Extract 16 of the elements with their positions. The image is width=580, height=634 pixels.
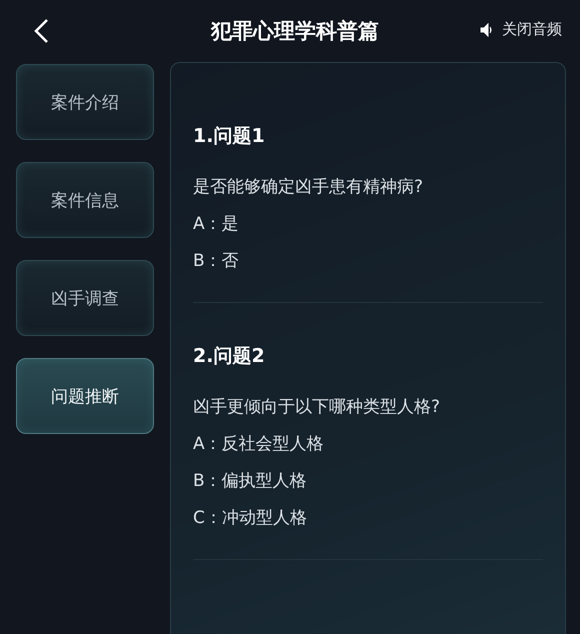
speaker-icon xyxy=(480,22,494,36)
question-title: 1.问题1 xyxy=(193,124,266,149)
question-title: 2.问题2 xyxy=(193,344,266,369)
sidebar-item[interactable]: 凶手调查 xyxy=(16,260,154,336)
answer-option[interactable]: B：偏执型人格 xyxy=(193,469,543,492)
answer-option[interactable]: C：冲动型人格 xyxy=(193,506,543,529)
sidebar-item[interactable]: 案件介绍 xyxy=(16,64,154,140)
page-title: 犯罪心理学科普篇 xyxy=(211,18,379,45)
sidebar-item[interactable]: 问题推断 xyxy=(16,358,154,434)
answer-option[interactable]: A：反社会型人格 xyxy=(193,432,543,455)
answer-option[interactable]: B：否 xyxy=(193,249,543,272)
question-text: 凶手更倾向于以下哪种类型人格? xyxy=(193,396,442,418)
audio-toggle[interactable]: 关闭音频 xyxy=(480,20,562,39)
question-text: 是否能够确定凶手患有精神病? xyxy=(193,176,424,198)
answer-option[interactable]: A：是 xyxy=(193,212,543,235)
sidebar-item[interactable]: 案件信息 xyxy=(16,162,154,238)
